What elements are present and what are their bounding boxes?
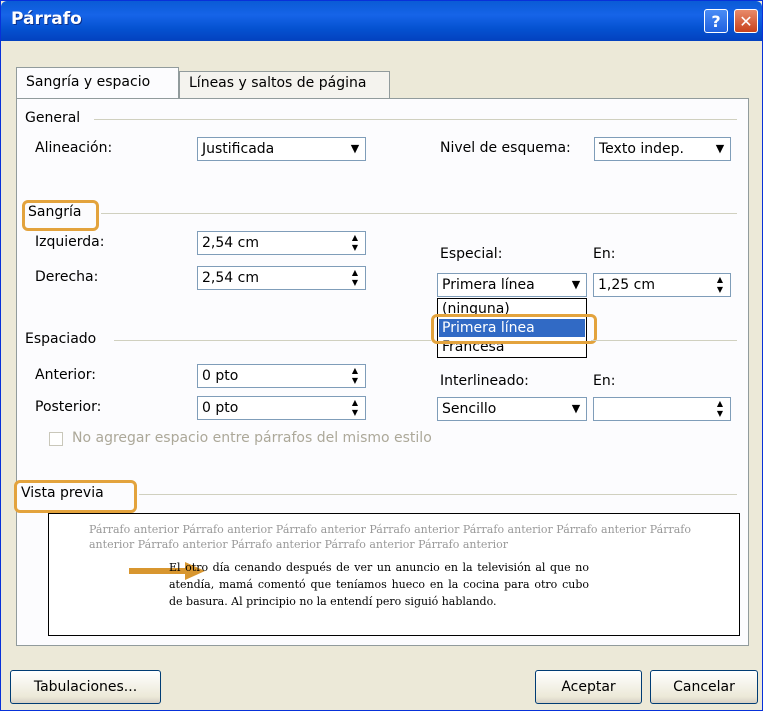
espaciado-en-label: En:: [593, 373, 616, 389]
spinner-arrows-icon[interactable]: ▲ ▼: [346, 398, 364, 418]
title-bar[interactable]: Párrafo ? ✕: [1, 1, 762, 41]
preview-previous-paragraph: Párrafo anterior Párrafo anterior Párraf…: [89, 523, 691, 551]
spinner-arrows-icon[interactable]: ▲ ▼: [711, 399, 729, 419]
aceptar-button[interactable]: Aceptar: [535, 670, 642, 704]
vista-previa-divider: [139, 494, 737, 495]
alineacion-label: Alineación:: [35, 140, 113, 156]
interlineado-label: Interlineado:: [440, 373, 529, 389]
derecha-spinner[interactable]: 2,54 cm ▲ ▼: [197, 266, 366, 290]
alineacion-value: Justificada: [202, 141, 275, 157]
posterior-label: Posterior:: [35, 399, 102, 415]
espaciado-heading: Espaciado: [25, 331, 97, 347]
general-heading: General: [25, 110, 81, 126]
tab-lineas-saltos[interactable]: Líneas y saltos de página: [179, 71, 390, 99]
nivel-select[interactable]: Texto indep. ▼: [594, 137, 731, 161]
spinner-arrows-icon[interactable]: ▲ ▼: [711, 275, 729, 295]
no-agregar-label: No agregar espacio entre párrafos del mi…: [72, 430, 432, 446]
cancelar-button[interactable]: Cancelar: [650, 670, 758, 704]
izquierda-value: 2,54 cm: [202, 235, 259, 251]
derecha-value: 2,54 cm: [202, 270, 259, 286]
especial-value: Primera línea: [442, 277, 535, 293]
sangria-en-spinner[interactable]: 1,25 cm ▲ ▼: [593, 273, 731, 297]
chevron-down-icon[interactable]: ▼: [711, 139, 729, 159]
sangria-heading: Sangría: [28, 204, 82, 220]
especial-select[interactable]: Primera línea ▼: [437, 273, 587, 297]
anterior-value: 0 pto: [202, 368, 239, 384]
chevron-down-icon[interactable]: ▼: [346, 139, 364, 159]
espaciado-en-spinner[interactable]: ▲ ▼: [593, 397, 731, 421]
no-agregar-checkbox[interactable]: [49, 432, 63, 446]
spinner-arrows-icon[interactable]: ▲ ▼: [346, 268, 364, 288]
posterior-value: 0 pto: [202, 400, 239, 416]
preview-sample-paragraph: El otro día cenando después de ver un an…: [169, 561, 589, 608]
interlineado-value: Sencillo: [442, 401, 497, 417]
espaciado-divider: [114, 340, 431, 341]
anterior-label: Anterior:: [35, 367, 96, 383]
primera-linea-highlight: [431, 314, 597, 344]
tabulaciones-button[interactable]: Tabulaciones...: [10, 670, 161, 704]
vista-previa-heading: Vista previa: [21, 485, 104, 501]
sangria-en-label: En:: [593, 246, 616, 262]
izquierda-label: Izquierda:: [35, 234, 105, 250]
paragraph-dialog: Párrafo ? ✕ Sangría y espacio Líneas y s…: [0, 0, 763, 711]
dialog-title: Párrafo: [11, 9, 82, 29]
spinner-arrows-icon[interactable]: ▲ ▼: [346, 366, 364, 386]
posterior-spinner[interactable]: 0 pto ▲ ▼: [197, 396, 366, 420]
nivel-label: Nivel de esquema:: [440, 140, 571, 156]
tab-sangria-espacio[interactable]: Sangría y espacio: [16, 67, 179, 99]
close-button[interactable]: ✕: [734, 9, 758, 33]
general-divider: [94, 119, 737, 120]
sangria-en-value: 1,25 cm: [598, 277, 655, 293]
chevron-down-icon[interactable]: ▼: [567, 275, 585, 295]
sangria-divider: [101, 213, 737, 214]
izquierda-spinner[interactable]: 2,54 cm ▲ ▼: [197, 231, 366, 255]
especial-label: Especial:: [440, 246, 503, 262]
derecha-label: Derecha:: [35, 269, 99, 285]
interlineado-select[interactable]: Sencillo ▼: [437, 397, 587, 421]
anterior-spinner[interactable]: 0 pto ▲ ▼: [197, 364, 366, 388]
nivel-value: Texto indep.: [599, 141, 684, 157]
help-button[interactable]: ?: [704, 9, 728, 33]
spinner-arrows-icon[interactable]: ▲ ▼: [346, 233, 364, 253]
alineacion-select[interactable]: Justificada ▼: [197, 137, 366, 161]
preview-box: Párrafo anterior Párrafo anterior Párraf…: [48, 513, 740, 636]
espaciado-divider-right: [591, 340, 737, 341]
chevron-down-icon[interactable]: ▼: [567, 399, 585, 419]
